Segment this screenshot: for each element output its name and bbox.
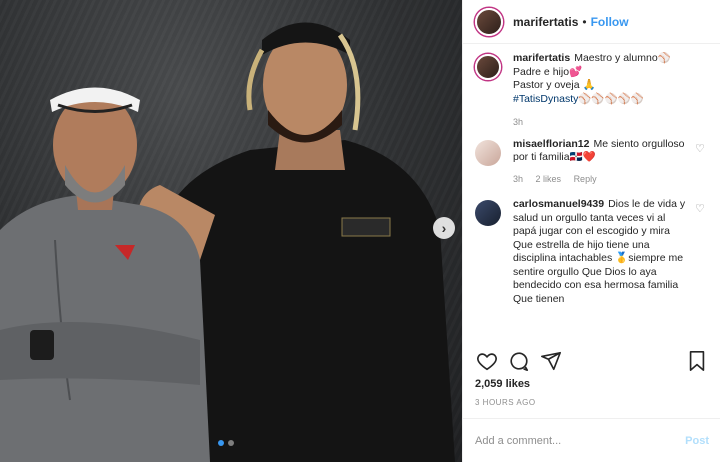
post-timestamp: 3 HOURS AGO (475, 398, 536, 407)
caption-line: Padre e hijo💕 (513, 65, 583, 78)
next-arrow-icon[interactable]: › (433, 217, 455, 239)
add-comment-bar: Post (463, 418, 720, 462)
comment-likes[interactable]: 2 likes (536, 174, 562, 184)
caption-username[interactable]: marifertatis (513, 52, 570, 64)
header-separator: • (582, 14, 587, 29)
comment-age: 3h (513, 173, 524, 184)
bookmark-icon[interactable] (685, 349, 709, 373)
header-username[interactable]: marifertatis (513, 15, 578, 29)
caption-hashtag[interactable]: #TatisDynasty⚾⚾⚾⚾⚾ (513, 93, 709, 107)
reply-button[interactable]: Reply (574, 174, 597, 184)
caption-age: 3h (513, 117, 524, 127)
action-bar (463, 348, 720, 374)
post-photo[interactable]: › (0, 0, 462, 462)
avatar[interactable] (475, 54, 501, 80)
comment-heart-icon[interactable]: ♡ (695, 202, 709, 306)
heart-icon[interactable] (475, 349, 499, 373)
post-header: marifertatis • Follow (463, 0, 720, 44)
caption-line: Maestro y alumno⚾ (574, 52, 671, 64)
caption: marifertatis Maestro y alumno⚾ Padre e hi… (475, 52, 709, 130)
comments-list[interactable]: marifertatis Maestro y alumno⚾ Padre e hi… (463, 52, 720, 344)
add-comment-input[interactable] (475, 434, 686, 447)
post-panel: marifertatis • Follow marifertatis Maestr… (462, 0, 720, 462)
comment-username[interactable]: carlosmanuel9439 (513, 198, 604, 210)
carousel-dots (218, 440, 234, 446)
avatar[interactable] (475, 7, 503, 36)
comment-heart-icon[interactable]: ♡ (695, 142, 709, 187)
share-icon[interactable] (539, 349, 563, 373)
avatar[interactable] (475, 200, 501, 226)
comment-icon[interactable] (507, 349, 531, 373)
carousel-dot (228, 440, 234, 446)
likes-count[interactable]: 2,059 likes (475, 378, 530, 390)
caption-line: Pastor y oveja 🙏 (513, 79, 596, 91)
comment-text: Dios le de vida y salud un orgullo tanta… (513, 198, 686, 305)
post-button[interactable]: Post (685, 435, 709, 447)
comment-username[interactable]: misaelflorian12 (513, 138, 589, 150)
comment-item: carlosmanuel9439 Dios le de vida y salud … (475, 198, 709, 306)
carousel-dot (218, 440, 224, 446)
follow-button[interactable]: Follow (591, 15, 629, 29)
comment-item: misaelflorian12 Me siento orgulloso por t… (475, 138, 709, 187)
avatar[interactable] (475, 139, 501, 166)
photo-illustration (0, 22, 455, 462)
